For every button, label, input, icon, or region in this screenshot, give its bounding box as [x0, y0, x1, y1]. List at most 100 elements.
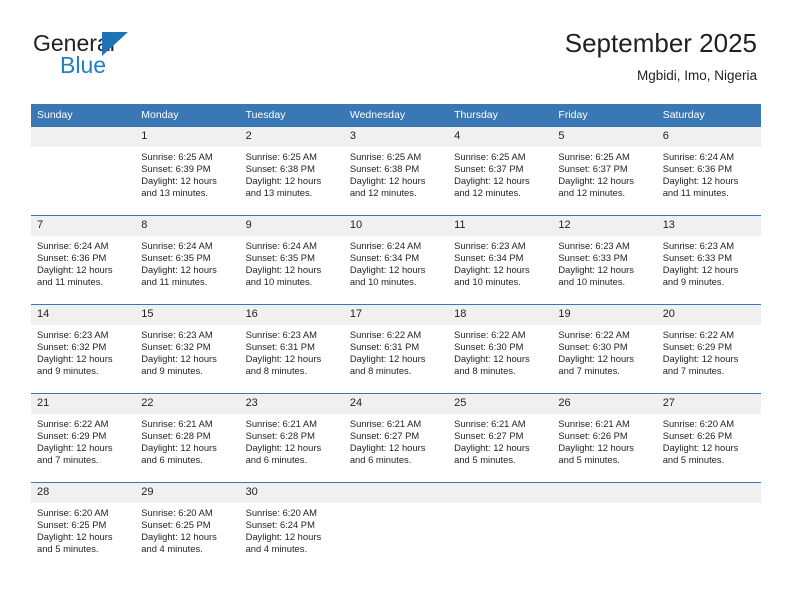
calendar-day-cell[interactable]: 10 Sunrise: 6:24 AM Sunset: 6:34 PM Dayligh… — [343, 215, 449, 305]
sunset-text: Sunset: 6:27 PM — [454, 430, 524, 442]
daylight-text-line1: Daylight: 12 hours — [245, 353, 322, 365]
calendar-day-cell-empty — [656, 482, 761, 571]
daylight-text-line1: Daylight: 12 hours — [349, 442, 426, 454]
calendar-day-cell[interactable]: 9 Sunrise: 6:24 AM Sunset: 6:35 PM Daylight… — [239, 215, 344, 305]
day-number: 26 — [552, 394, 657, 414]
daylight-text-line1: Daylight: 12 hours — [141, 531, 217, 543]
sunset-text: Sunset: 6:39 PM — [141, 163, 211, 175]
day-number: 3 — [343, 127, 449, 147]
sunset-text: Sunset: 6:36 PM — [37, 252, 107, 264]
calendar-day-cell[interactable]: 30 Sunrise: 6:20 AM Sunset: 6:24 PM Dayligh… — [239, 482, 344, 571]
calendar-day-cell[interactable]: 12 Sunrise: 6:23 AM Sunset: 6:33 PM Dayligh… — [552, 215, 657, 305]
calendar-day-cell[interactable]: 21 Sunrise: 6:22 AM Sunset: 6:29 PM Dayligh… — [31, 393, 136, 483]
calendar-page: General Blue September 2025 Mgbidi, Imo,… — [0, 0, 792, 612]
day-number: 20 — [656, 305, 761, 325]
page-header: General Blue September 2025 Mgbidi, Imo,… — [0, 0, 792, 100]
calendar-day-cell[interactable]: 19 Sunrise: 6:22 AM Sunset: 6:30 PM Dayligh… — [552, 304, 657, 394]
sunset-text: Sunset: 6:32 PM — [141, 341, 211, 353]
day-number: 23 — [239, 394, 344, 414]
calendar-day-cell[interactable]: 27 Sunrise: 6:20 AM Sunset: 6:26 PM Dayligh… — [656, 393, 761, 483]
calendar-day-cell[interactable]: 4 Sunrise: 6:25 AM Sunset: 6:37 PM Daylight… — [448, 126, 553, 216]
calendar-day-cell[interactable]: 28 Sunrise: 6:20 AM Sunset: 6:25 PM Dayligh… — [31, 482, 136, 571]
calendar-day-cell[interactable]: 20 Sunrise: 6:22 AM Sunset: 6:29 PM Dayligh… — [656, 304, 761, 394]
day-number — [343, 483, 449, 503]
sunrise-text: Sunrise: 6:24 AM — [662, 151, 735, 162]
sunrise-text: Sunrise: 6:21 AM — [245, 418, 317, 429]
calendar-day-cell[interactable]: 26 Sunrise: 6:21 AM Sunset: 6:26 PM Dayligh… — [552, 393, 657, 483]
daylight-text-line1: Daylight: 12 hours — [245, 442, 322, 454]
sunset-text: Sunset: 6:38 PM — [245, 163, 315, 175]
daylight-text-line2: and 8 minutes. — [245, 365, 308, 377]
day-number: 2 — [239, 127, 344, 147]
calendar-day-cell[interactable]: 25 Sunrise: 6:21 AM Sunset: 6:27 PM Dayligh… — [448, 393, 553, 483]
daylight-text-line2: and 12 minutes. — [454, 187, 521, 199]
day-details: Sunrise: 6:20 AM Sunset: 6:24 PM Daylight:… — [240, 503, 344, 555]
calendar-day-cell-empty — [448, 482, 553, 571]
calendar-day-cell[interactable]: 29 Sunrise: 6:20 AM Sunset: 6:25 PM Dayligh… — [135, 482, 240, 571]
sunset-text: Sunset: 6:37 PM — [558, 163, 628, 175]
day-number: 25 — [448, 394, 553, 414]
day-details: Sunrise: 6:23 AM Sunset: 6:32 PM Daylight:… — [31, 325, 135, 377]
daylight-text-line1: Daylight: 12 hours — [662, 264, 739, 276]
daylight-text-line2: and 9 minutes. — [37, 365, 99, 377]
day-number: 30 — [239, 483, 344, 503]
day-number: 19 — [552, 305, 657, 325]
calendar-day-cell[interactable]: 7 Sunrise: 6:24 AM Sunset: 6:36 PM Daylight… — [31, 215, 136, 305]
calendar-day-cell[interactable]: 14 Sunrise: 6:23 AM Sunset: 6:32 PM Dayligh… — [31, 304, 136, 394]
calendar-day-cell[interactable]: 16 Sunrise: 6:23 AM Sunset: 6:31 PM Dayligh… — [239, 304, 344, 394]
daylight-text-line1: Daylight: 12 hours — [454, 175, 530, 187]
sunrise-text: Sunrise: 6:23 AM — [141, 329, 213, 340]
daylight-text-line2: and 11 minutes. — [662, 187, 729, 199]
day-number: 15 — [135, 305, 240, 325]
calendar-day-cell[interactable]: 22 Sunrise: 6:21 AM Sunset: 6:28 PM Dayligh… — [135, 393, 240, 483]
daylight-text-line2: and 12 minutes. — [558, 187, 626, 199]
daylight-text-line2: and 5 minutes. — [454, 454, 516, 466]
calendar-day-cell[interactable]: 24 Sunrise: 6:21 AM Sunset: 6:27 PM Dayligh… — [343, 393, 449, 483]
day-details: Sunrise: 6:25 AM Sunset: 6:38 PM Daylight:… — [240, 147, 344, 199]
sunset-text: Sunset: 6:28 PM — [245, 430, 315, 442]
day-details: Sunrise: 6:20 AM Sunset: 6:25 PM Daylight:… — [31, 503, 135, 555]
daylight-text-line2: and 7 minutes. — [558, 365, 620, 377]
general-blue-logo[interactable]: General Blue — [33, 31, 213, 81]
daylight-text-line1: Daylight: 12 hours — [558, 353, 634, 365]
daylight-text-line1: Daylight: 12 hours — [141, 175, 217, 187]
daylight-text-line1: Daylight: 12 hours — [454, 442, 530, 454]
day-details: Sunrise: 6:25 AM Sunset: 6:39 PM Daylight:… — [135, 147, 239, 199]
sunrise-text: Sunrise: 6:20 AM — [662, 418, 735, 429]
calendar-day-cell[interactable]: 1 Sunrise: 6:25 AM Sunset: 6:39 PM Daylight… — [135, 126, 240, 216]
day-number: 10 — [343, 216, 449, 236]
daylight-text-line1: Daylight: 12 hours — [662, 353, 739, 365]
daylight-text-line2: and 4 minutes. — [245, 543, 308, 555]
page-title: September 2025 — [564, 28, 757, 58]
day-number: 17 — [343, 305, 449, 325]
day-details: Sunrise: 6:22 AM Sunset: 6:30 PM Daylight:… — [448, 325, 552, 377]
calendar-day-cell[interactable]: 2 Sunrise: 6:25 AM Sunset: 6:38 PM Daylight… — [239, 126, 344, 216]
calendar-day-cell[interactable]: 8 Sunrise: 6:24 AM Sunset: 6:35 PM Daylight… — [135, 215, 240, 305]
calendar-day-cell[interactable]: 15 Sunrise: 6:23 AM Sunset: 6:32 PM Dayligh… — [135, 304, 240, 394]
sunrise-text: Sunrise: 6:23 AM — [454, 240, 526, 251]
calendar-day-cell[interactable]: 11 Sunrise: 6:23 AM Sunset: 6:34 PM Dayligh… — [448, 215, 553, 305]
sunset-text: Sunset: 6:35 PM — [245, 252, 315, 264]
calendar-day-cell[interactable]: 18 Sunrise: 6:22 AM Sunset: 6:30 PM Dayligh… — [448, 304, 553, 394]
calendar-day-cell[interactable]: 13 Sunrise: 6:23 AM Sunset: 6:33 PM Dayligh… — [656, 215, 761, 305]
day-number: 29 — [135, 483, 240, 503]
calendar-day-cell[interactable]: 3 Sunrise: 6:25 AM Sunset: 6:38 PM Daylight… — [343, 126, 449, 216]
daylight-text-line2: and 10 minutes. — [558, 276, 626, 288]
day-details: Sunrise: 6:25 AM Sunset: 6:38 PM Daylight:… — [344, 147, 448, 199]
calendar-day-cell[interactable]: 23 Sunrise: 6:21 AM Sunset: 6:28 PM Dayligh… — [239, 393, 344, 483]
daylight-text-line2: and 9 minutes. — [141, 365, 203, 377]
day-number: 14 — [31, 305, 136, 325]
daylight-text-line1: Daylight: 12 hours — [245, 264, 322, 276]
sunrise-text: Sunrise: 6:25 AM — [349, 151, 422, 162]
calendar-day-cell[interactable]: 5 Sunrise: 6:25 AM Sunset: 6:37 PM Daylight… — [552, 126, 657, 216]
day-number: 8 — [135, 216, 240, 236]
calendar-day-cell[interactable]: 6 Sunrise: 6:24 AM Sunset: 6:36 PM Daylight… — [656, 126, 761, 216]
day-details: Sunrise: 6:22 AM Sunset: 6:30 PM Daylight:… — [552, 325, 656, 377]
calendar-day-cell[interactable]: 17 Sunrise: 6:22 AM Sunset: 6:31 PM Dayligh… — [343, 304, 449, 394]
sunset-text: Sunset: 6:32 PM — [37, 341, 107, 353]
sunrise-text: Sunrise: 6:22 AM — [662, 329, 735, 340]
sunset-text: Sunset: 6:25 PM — [37, 519, 107, 531]
daylight-text-line2: and 10 minutes. — [349, 276, 417, 288]
day-number: 9 — [239, 216, 344, 236]
sunrise-text: Sunrise: 6:21 AM — [454, 418, 526, 429]
